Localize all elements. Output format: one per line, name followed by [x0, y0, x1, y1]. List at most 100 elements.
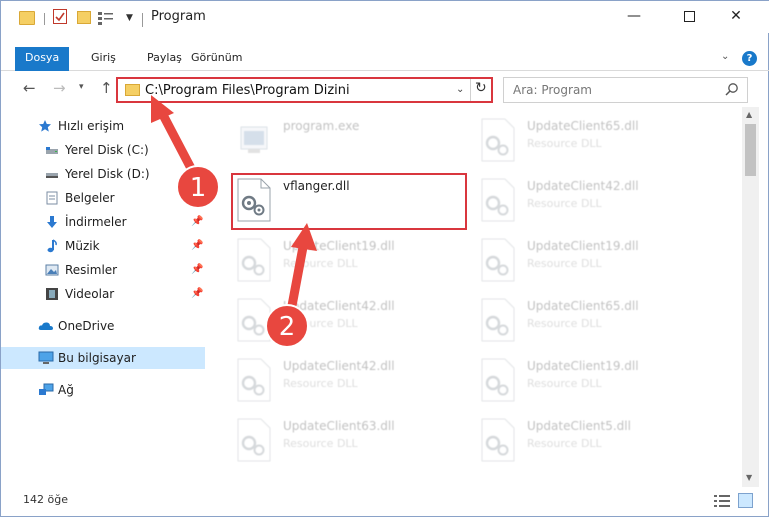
- status-bar: 142 öğe: [1, 487, 769, 517]
- refresh-icon[interactable]: ↻: [475, 80, 487, 96]
- file-type: Resource DLL: [527, 437, 602, 450]
- drive-icon: [45, 143, 59, 157]
- back-arrow-icon[interactable]: ←: [23, 79, 36, 97]
- file-list: program.exe vflanger.dll UpdateClient19.…: [209, 107, 742, 487]
- properties-check-icon[interactable]: [53, 9, 67, 24]
- search-icon[interactable]: [725, 82, 739, 99]
- folder-icon: [19, 11, 35, 25]
- file-type: Resource DLL: [527, 317, 602, 330]
- file-item[interactable]: UpdateClient65.dll Resource DLL: [479, 113, 719, 169]
- quick-access-separator: [44, 13, 45, 25]
- file-name: UpdateClient42.dll: [527, 179, 639, 193]
- sidebar-item-label: Ağ: [58, 383, 74, 397]
- file-type: Resource DLL: [527, 137, 602, 150]
- scroll-down-arrow-icon[interactable]: ▼: [746, 473, 752, 482]
- exe-file-icon: [235, 117, 273, 163]
- sidebar-item-this-pc[interactable]: Bu bilgisayar: [1, 347, 205, 369]
- sidebar-item-label: Yerel Disk (C:): [65, 143, 149, 157]
- folder-icon: [125, 84, 140, 96]
- recent-locations-chevron-icon[interactable]: ▾: [79, 82, 84, 92]
- sidebar-item-network[interactable]: Ağ: [1, 379, 205, 401]
- vertical-scrollbar[interactable]: ▲ ▼: [742, 107, 759, 487]
- sidebar-item-local-disk-d[interactable]: Yerel Disk (D:): [1, 163, 205, 185]
- sidebar-item-quick-access[interactable]: Hızlı erişim: [1, 115, 205, 137]
- title-separator: [142, 13, 143, 27]
- ribbon-tabs: Dosya Giriş Paylaş Görünüm ⌄ ?: [1, 47, 769, 71]
- pin-icon[interactable]: 📌: [191, 264, 203, 275]
- forward-arrow-icon[interactable]: →: [53, 79, 66, 97]
- sidebar-item-music[interactable]: Müzik 📌: [1, 235, 205, 257]
- network-icon: [38, 383, 54, 397]
- properties-list-icon[interactable]: [98, 11, 113, 25]
- sidebar-item-onedrive[interactable]: OneDrive: [1, 315, 205, 337]
- sidebar-item-label: İndirmeler: [65, 215, 127, 229]
- customize-toolbar-chevron-icon[interactable]: ▼: [126, 13, 133, 23]
- navigation-bar: ← → ▾ ↑ C:\Program Files\Program Dizini …: [1, 73, 769, 105]
- address-bar[interactable]: C:\Program Files\Program Dizini ⌄ ↻: [116, 77, 493, 103]
- tab-file[interactable]: Dosya: [15, 47, 69, 71]
- file-item[interactable]: UpdateClient19.dll Resource DLL: [479, 233, 719, 289]
- pin-icon[interactable]: 📌: [191, 216, 203, 227]
- close-button[interactable]: ✕: [713, 1, 759, 31]
- window-title: Program: [151, 9, 206, 24]
- file-type: Resource DLL: [283, 377, 358, 390]
- sidebar-item-label: Belgeler: [65, 191, 115, 205]
- file-item[interactable]: UpdateClient63.dll Resource DLL: [235, 413, 475, 469]
- video-icon: [45, 287, 59, 301]
- sidebar-item-label: OneDrive: [58, 319, 115, 333]
- dll-file-icon: [479, 417, 517, 463]
- sidebar-item-downloads[interactable]: İndirmeler 📌: [1, 211, 205, 233]
- sidebar-item-label: Videolar: [65, 287, 115, 301]
- search-box[interactable]: Ara: Program: [503, 77, 748, 103]
- pictures-icon: [45, 263, 59, 277]
- address-dropdown-chevron-icon[interactable]: ⌄: [456, 84, 464, 95]
- tab-home[interactable]: Giriş: [81, 47, 126, 71]
- scroll-up-arrow-icon[interactable]: ▲: [746, 110, 752, 119]
- sidebar-item-label: Müzik: [65, 239, 100, 253]
- file-name: UpdateClient42.dll: [283, 359, 395, 373]
- sidebar-item-documents[interactable]: Belgeler: [1, 187, 205, 209]
- sidebar-item-local-disk-c[interactable]: Yerel Disk (C:): [1, 139, 205, 161]
- minimize-button[interactable]: —: [611, 1, 657, 31]
- up-arrow-icon[interactable]: ↑: [100, 79, 113, 97]
- dll-file-icon: [235, 297, 273, 343]
- dll-file-icon: [235, 237, 273, 283]
- documents-icon: [45, 191, 59, 205]
- sidebar-item-label: Yerel Disk (D:): [65, 167, 150, 181]
- item-count: 142 öğe: [23, 493, 68, 506]
- file-item[interactable]: UpdateClient19.dll Resource DLL: [479, 353, 719, 409]
- dll-file-icon: [479, 177, 517, 223]
- dll-file-icon: [479, 297, 517, 343]
- file-item[interactable]: program.exe: [235, 113, 475, 169]
- file-item[interactable]: UpdateClient42.dll Resource DLL: [235, 353, 475, 409]
- file-name: UpdateClient65.dll: [527, 299, 639, 313]
- sidebar-item-videos[interactable]: Videolar 📌: [1, 283, 205, 305]
- help-button[interactable]: ?: [742, 51, 757, 66]
- maximize-button[interactable]: [666, 1, 712, 31]
- file-item[interactable]: UpdateClient19.dll Resource DLL: [235, 233, 475, 289]
- sidebar-item-pictures[interactable]: Resimler 📌: [1, 259, 205, 281]
- details-view-icon[interactable]: [714, 495, 730, 507]
- file-name: UpdateClient65.dll: [527, 119, 639, 133]
- tab-view[interactable]: Görünüm: [181, 47, 252, 71]
- file-item[interactable]: UpdateClient42.dll Resource DLL: [235, 293, 475, 349]
- file-name: UpdateClient42.dll: [283, 299, 395, 313]
- scrollbar-thumb[interactable]: [745, 124, 756, 176]
- file-name: UpdateClient63.dll: [283, 419, 395, 433]
- dll-file-icon: [479, 357, 517, 403]
- pin-icon[interactable]: 📌: [191, 288, 203, 299]
- dll-file-icon: [235, 357, 273, 403]
- sidebar-item-label: Hızlı erişim: [58, 119, 125, 133]
- file-item[interactable]: UpdateClient65.dll Resource DLL: [479, 293, 719, 349]
- new-folder-icon[interactable]: [77, 11, 91, 24]
- drive-icon: [45, 167, 59, 181]
- file-item[interactable]: UpdateClient42.dll Resource DLL: [479, 173, 719, 229]
- address-path[interactable]: C:\Program Files\Program Dizini: [145, 83, 350, 98]
- file-name: UpdateClient5.dll: [527, 419, 631, 433]
- pin-icon[interactable]: 📌: [191, 240, 203, 251]
- sidebar-item-label: Bu bilgisayar: [58, 351, 136, 365]
- expand-ribbon-chevron-icon[interactable]: ⌄: [721, 51, 729, 62]
- file-type: Resource DLL: [527, 257, 602, 270]
- large-icons-view-icon[interactable]: [738, 493, 753, 508]
- file-item[interactable]: UpdateClient5.dll Resource DLL: [479, 413, 719, 469]
